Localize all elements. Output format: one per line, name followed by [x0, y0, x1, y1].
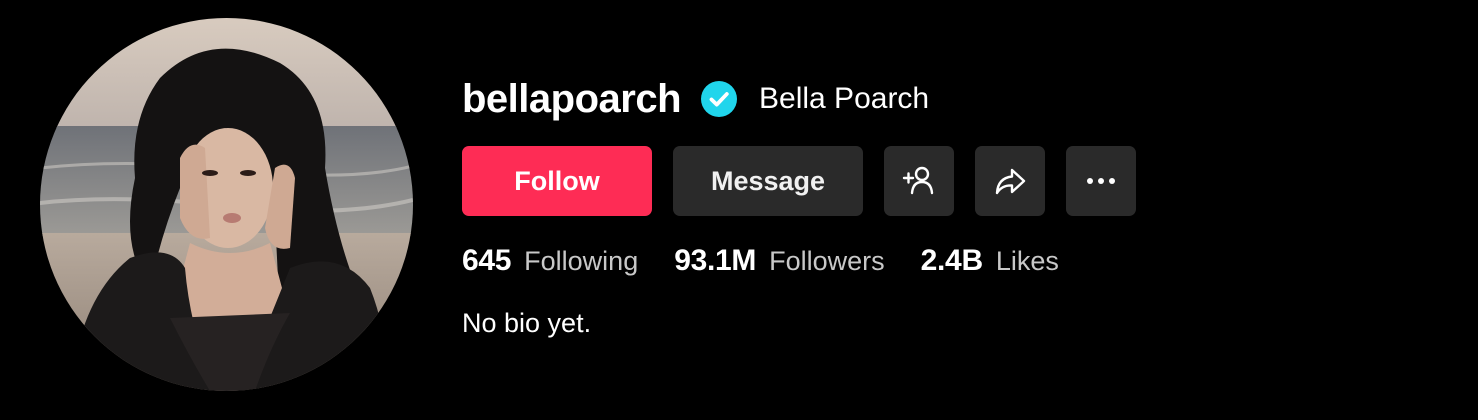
stat-followers[interactable]: 93.1M Followers: [674, 244, 884, 278]
following-count: 645: [462, 244, 512, 277]
followers-count: 93.1M: [674, 244, 757, 277]
stat-following[interactable]: 645 Following: [462, 244, 638, 278]
bio: No bio yet.: [462, 308, 592, 338]
add-friend-button[interactable]: [884, 146, 954, 216]
name-row: bellapoarch Bella Poarch: [462, 76, 1136, 122]
more-icon: [1085, 176, 1117, 186]
following-label: Following: [524, 246, 639, 276]
profile-stats: 645 Following 93.1M Followers 2.4B Likes: [462, 244, 1136, 278]
stat-likes: 2.4B Likes: [921, 244, 1059, 278]
share-icon: [993, 164, 1027, 198]
add-user-icon: [901, 163, 937, 199]
action-buttons: Follow Message: [462, 146, 1136, 216]
verified-badge-icon: [701, 81, 738, 117]
profile-header: bellapoarch Bella Poarch Follow Message: [0, 0, 1478, 420]
likes-label: Likes: [995, 246, 1059, 276]
display-name: Bella Poarch: [759, 82, 930, 115]
username: bellapoarch: [462, 76, 682, 121]
share-button[interactable]: [975, 146, 1045, 216]
follow-button[interactable]: Follow: [462, 146, 652, 216]
avatar[interactable]: [40, 18, 413, 391]
message-button[interactable]: Message: [673, 146, 863, 216]
followers-label: Followers: [769, 246, 885, 276]
likes-count: 2.4B: [920, 244, 983, 277]
more-button[interactable]: [1066, 146, 1136, 216]
avatar-image: [40, 18, 413, 391]
profile-info: bellapoarch Bella Poarch Follow Message: [462, 76, 1136, 339]
